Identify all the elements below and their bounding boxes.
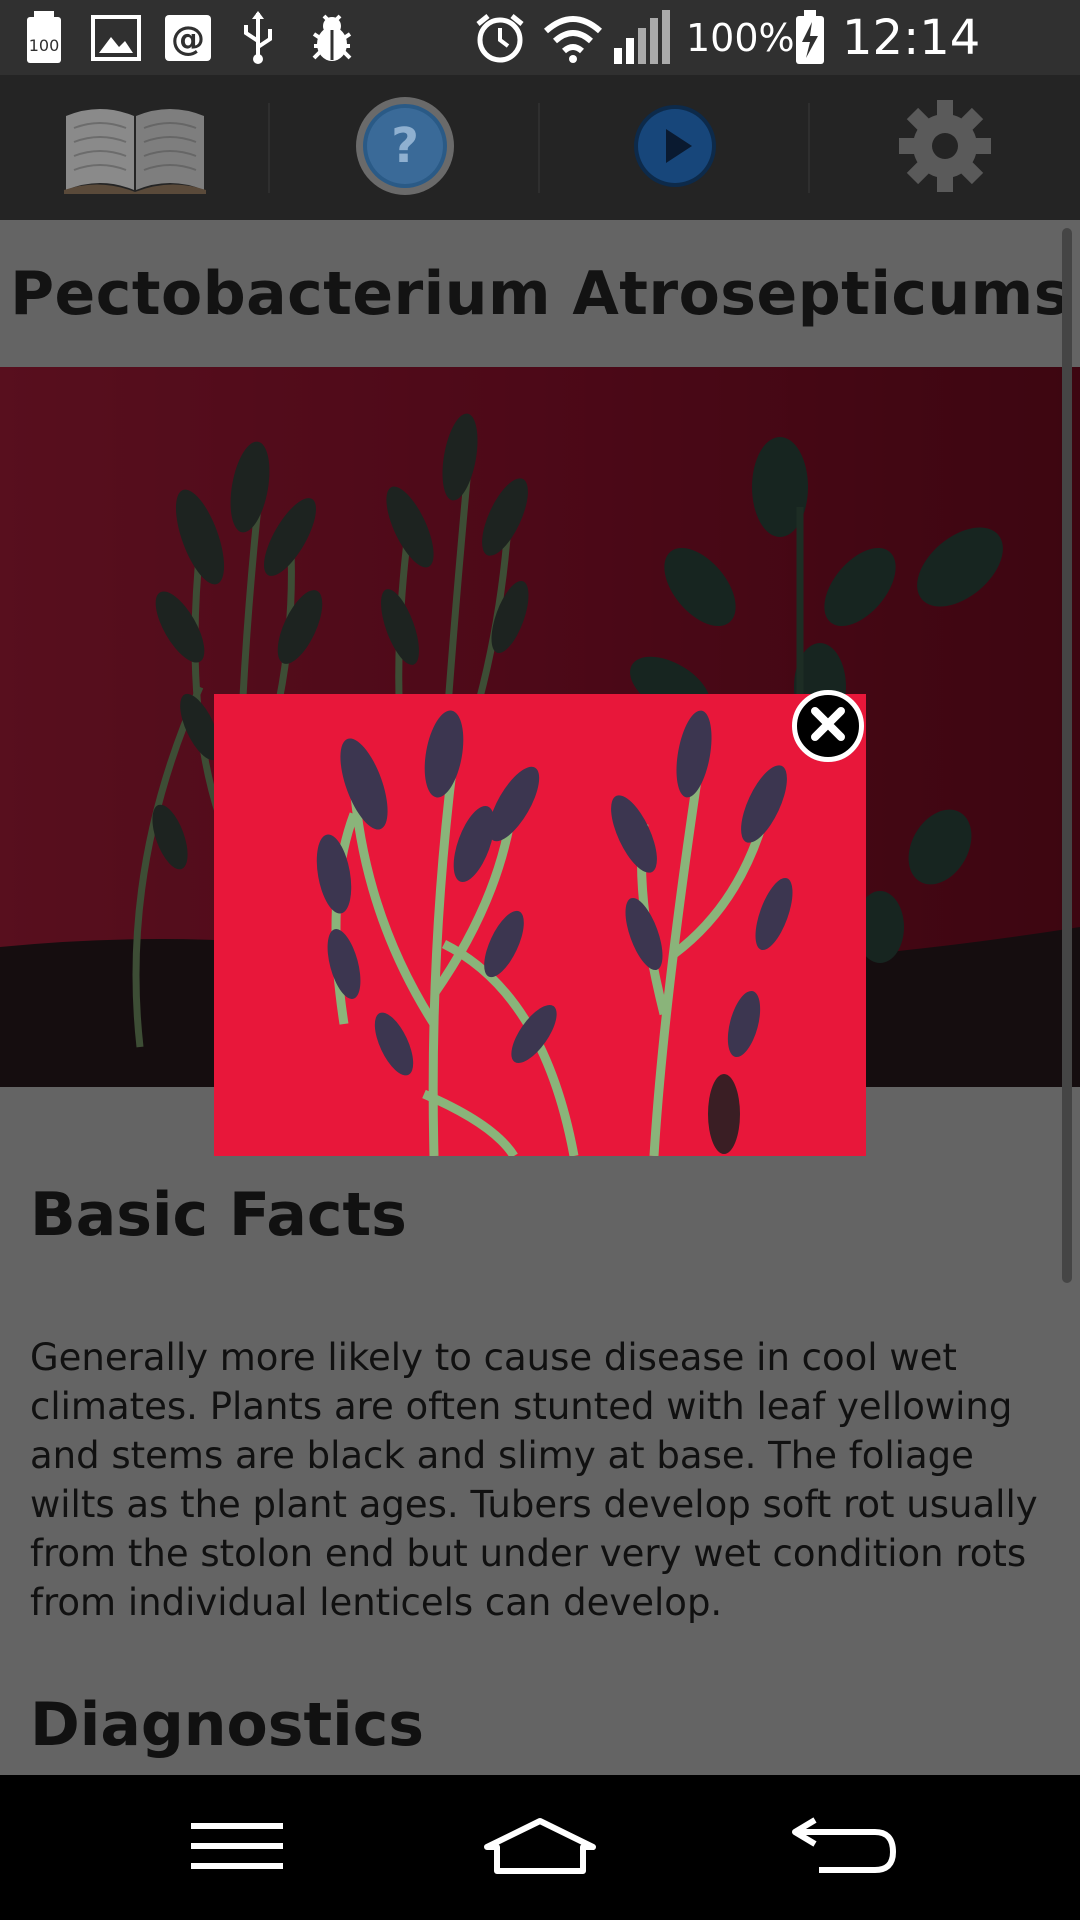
top-toolbar: ? <box>0 75 1080 220</box>
help-icon: ? <box>353 94 457 202</box>
settings-button[interactable] <box>810 75 1080 220</box>
clock: 12:14 pm <box>842 10 981 126</box>
book-icon <box>62 98 208 198</box>
home-icon <box>483 1817 597 1879</box>
battery-charging-icon <box>790 10 830 66</box>
wifi-icon <box>542 10 604 66</box>
at-sign-icon: @ <box>162 10 214 66</box>
bug-icon <box>306 10 358 66</box>
home-button[interactable] <box>460 1795 620 1900</box>
help-button[interactable]: ? <box>270 75 540 220</box>
menu-icon <box>189 1821 285 1875</box>
play-icon <box>632 103 718 193</box>
status-bar: 100 @ 100% 12:14 pm <box>0 0 1080 126</box>
close-icon <box>809 705 847 747</box>
close-popup-button[interactable] <box>792 690 864 762</box>
image-popup[interactable] <box>214 694 866 1156</box>
storage-100-icon: 100 <box>22 10 66 66</box>
alarm-icon <box>472 10 528 66</box>
battery-percent: 100% <box>686 16 795 60</box>
usb-icon <box>238 10 278 66</box>
navigation-bar <box>0 1775 1080 1920</box>
back-button[interactable] <box>764 1795 924 1900</box>
book-button[interactable] <box>0 75 270 220</box>
svg-text:@: @ <box>171 19 205 59</box>
menu-button[interactable] <box>157 1795 317 1900</box>
signal-icon <box>612 10 672 66</box>
image-icon <box>90 10 142 66</box>
settings-icon <box>897 98 993 198</box>
help-glyph: ? <box>391 118 419 174</box>
back-icon <box>789 1816 899 1880</box>
notification-badge: 100 <box>29 36 60 55</box>
play-button[interactable] <box>540 75 810 220</box>
